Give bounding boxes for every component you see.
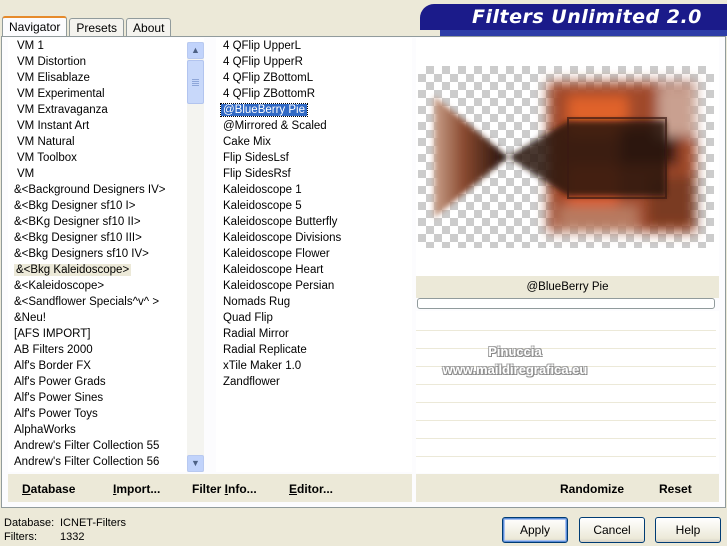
tab-navigator[interactable]: Navigator xyxy=(2,16,68,38)
watermark: Pinuccia www.maildiregrafica.eu xyxy=(420,343,610,379)
randomize-link[interactable]: Randomize xyxy=(560,482,624,496)
filter-item[interactable]: Flip SidesLsf xyxy=(216,150,412,166)
category-item[interactable]: Andrew's Filter Collection 56 xyxy=(8,454,204,470)
category-item[interactable]: Alf's Power Sines xyxy=(8,390,204,406)
scroll-thumb[interactable] xyxy=(187,60,204,104)
filters-count-label: Filters: xyxy=(4,531,37,543)
database-value: ICNET-Filters xyxy=(60,517,126,529)
category-item[interactable]: &<Sandflower Specials^v^ > xyxy=(8,294,204,310)
category-item[interactable]: VM Toolbox xyxy=(8,150,204,166)
help-button[interactable]: Help xyxy=(655,517,721,543)
filter-item[interactable]: Radial Replicate xyxy=(216,342,412,358)
category-item[interactable]: VM xyxy=(8,166,204,182)
category-item[interactable]: &<Bkg Designer sf10 III> xyxy=(8,230,204,246)
database-label: Database: xyxy=(4,517,55,529)
category-item[interactable]: VM Elisablaze xyxy=(8,70,204,86)
filters-count-value: 1332 xyxy=(60,531,85,543)
category-item[interactable]: AB Filters 2000 xyxy=(8,342,204,358)
filter-item[interactable]: xTile Maker 1.0 xyxy=(216,358,412,374)
filter-item[interactable]: Kaleidoscope Heart xyxy=(216,262,412,278)
category-item-selected[interactable]: &<Bkg Kaleidoscope> xyxy=(8,262,204,278)
filter-item[interactable]: Cake Mix xyxy=(216,134,412,150)
category-item[interactable]: VM Instant Art xyxy=(8,118,204,134)
filter-item[interactable]: Kaleidoscope Persian xyxy=(216,278,412,294)
filter-item[interactable]: Kaleidoscope Butterfly xyxy=(216,214,412,230)
import-link[interactable]: Import... xyxy=(113,482,160,496)
category-item[interactable]: AlphaWorks xyxy=(8,422,204,438)
category-item[interactable]: Alf's Border FX xyxy=(8,358,204,374)
filter-item[interactable]: Kaleidoscope Divisions xyxy=(216,230,412,246)
category-item[interactable]: &Neu! xyxy=(8,310,204,326)
filter-item[interactable]: 4 QFlip UpperL xyxy=(216,38,412,54)
filter-item[interactable]: 4 QFlip ZBottomR xyxy=(216,86,412,102)
filter-item-selected[interactable]: @BlueBerry Pie xyxy=(216,102,412,118)
tab-about[interactable]: About xyxy=(126,18,172,37)
preview-link-bar: Randomize Reset xyxy=(416,474,719,502)
progress-bar xyxy=(417,298,715,309)
category-item[interactable]: Alf's Power Toys xyxy=(8,406,204,422)
category-item[interactable]: &<Kaleidoscope> xyxy=(8,278,204,294)
category-item[interactable]: &<Bkg Designer sf10 I> xyxy=(8,198,204,214)
app-title: Filters Unlimited 2.0 xyxy=(472,6,702,28)
category-item[interactable]: VM Extravaganza xyxy=(8,102,204,118)
parameter-area xyxy=(416,311,719,473)
category-item[interactable]: Andrew's Filter Collection 55 xyxy=(8,438,204,454)
category-item[interactable]: VM Experimental xyxy=(8,86,204,102)
filter-info-link[interactable]: Filter Info... xyxy=(192,482,257,496)
category-item[interactable]: VM Natural xyxy=(8,134,204,150)
category-item[interactable]: &<Bkg Designers sf10 IV> xyxy=(8,246,204,262)
category-scrollbar[interactable]: ▲ ▼ xyxy=(187,42,204,472)
filter-item[interactable]: Quad Flip xyxy=(216,310,412,326)
database-link[interactable]: Database xyxy=(22,482,75,496)
apply-button[interactable]: Apply xyxy=(502,517,568,543)
filter-item[interactable]: Flip SidesRsf xyxy=(216,166,412,182)
tab-presets[interactable]: Presets xyxy=(69,18,125,37)
tab-bar: Navigator Presets About xyxy=(2,15,173,38)
filter-item[interactable]: Kaleidoscope 5 xyxy=(216,198,412,214)
filter-item[interactable]: Radial Mirror xyxy=(216,326,412,342)
filters-unlimited-window: Filters Unlimited 2.0 Navigator Presets … xyxy=(0,0,727,546)
preview-image xyxy=(418,66,714,248)
filter-list[interactable]: 4 QFlip UpperL 4 QFlip UpperR 4 QFlip ZBot… xyxy=(216,38,412,472)
filter-item[interactable]: Nomads Rug xyxy=(216,294,412,310)
filter-item[interactable]: Kaleidoscope 1 xyxy=(216,182,412,198)
category-item[interactable]: Alf's Power Grads xyxy=(8,374,204,390)
category-item[interactable]: &<Background Designers IV> xyxy=(8,182,204,198)
category-item[interactable]: &<BKg Designer sf10 II> xyxy=(8,214,204,230)
category-item[interactable]: VM Distortion xyxy=(8,54,204,70)
cancel-button[interactable]: Cancel xyxy=(579,517,645,543)
filter-item[interactable]: 4 QFlip ZBottomL xyxy=(216,70,412,86)
scroll-up-button[interactable]: ▲ xyxy=(187,42,204,59)
editor-link[interactable]: Editor... xyxy=(289,482,333,496)
reset-link[interactable]: Reset xyxy=(659,482,692,496)
watermark-line2: www.maildiregrafica.eu xyxy=(442,362,588,377)
selected-filter-name: @BlueBerry Pie xyxy=(416,276,719,298)
scroll-down-button[interactable]: ▼ xyxy=(187,455,204,472)
category-item[interactable]: [AFS IMPORT] xyxy=(8,326,204,342)
filter-item[interactable]: 4 QFlip UpperR xyxy=(216,54,412,70)
navigator-link-bar: Database Import... Filter Info... Editor… xyxy=(8,474,412,502)
category-item[interactable]: VM 1 xyxy=(8,38,204,54)
filter-item[interactable]: Kaleidoscope Flower xyxy=(216,246,412,262)
filter-item[interactable]: Zandflower xyxy=(216,374,412,390)
watermark-line1: Pinuccia xyxy=(488,344,542,359)
filter-item[interactable]: @Mirrored & Scaled xyxy=(216,118,412,134)
category-list[interactable]: VM 1 VM Distortion VM Elisablaze VM Experim… xyxy=(8,38,204,472)
app-title-banner: Filters Unlimited 2.0 xyxy=(420,4,727,30)
